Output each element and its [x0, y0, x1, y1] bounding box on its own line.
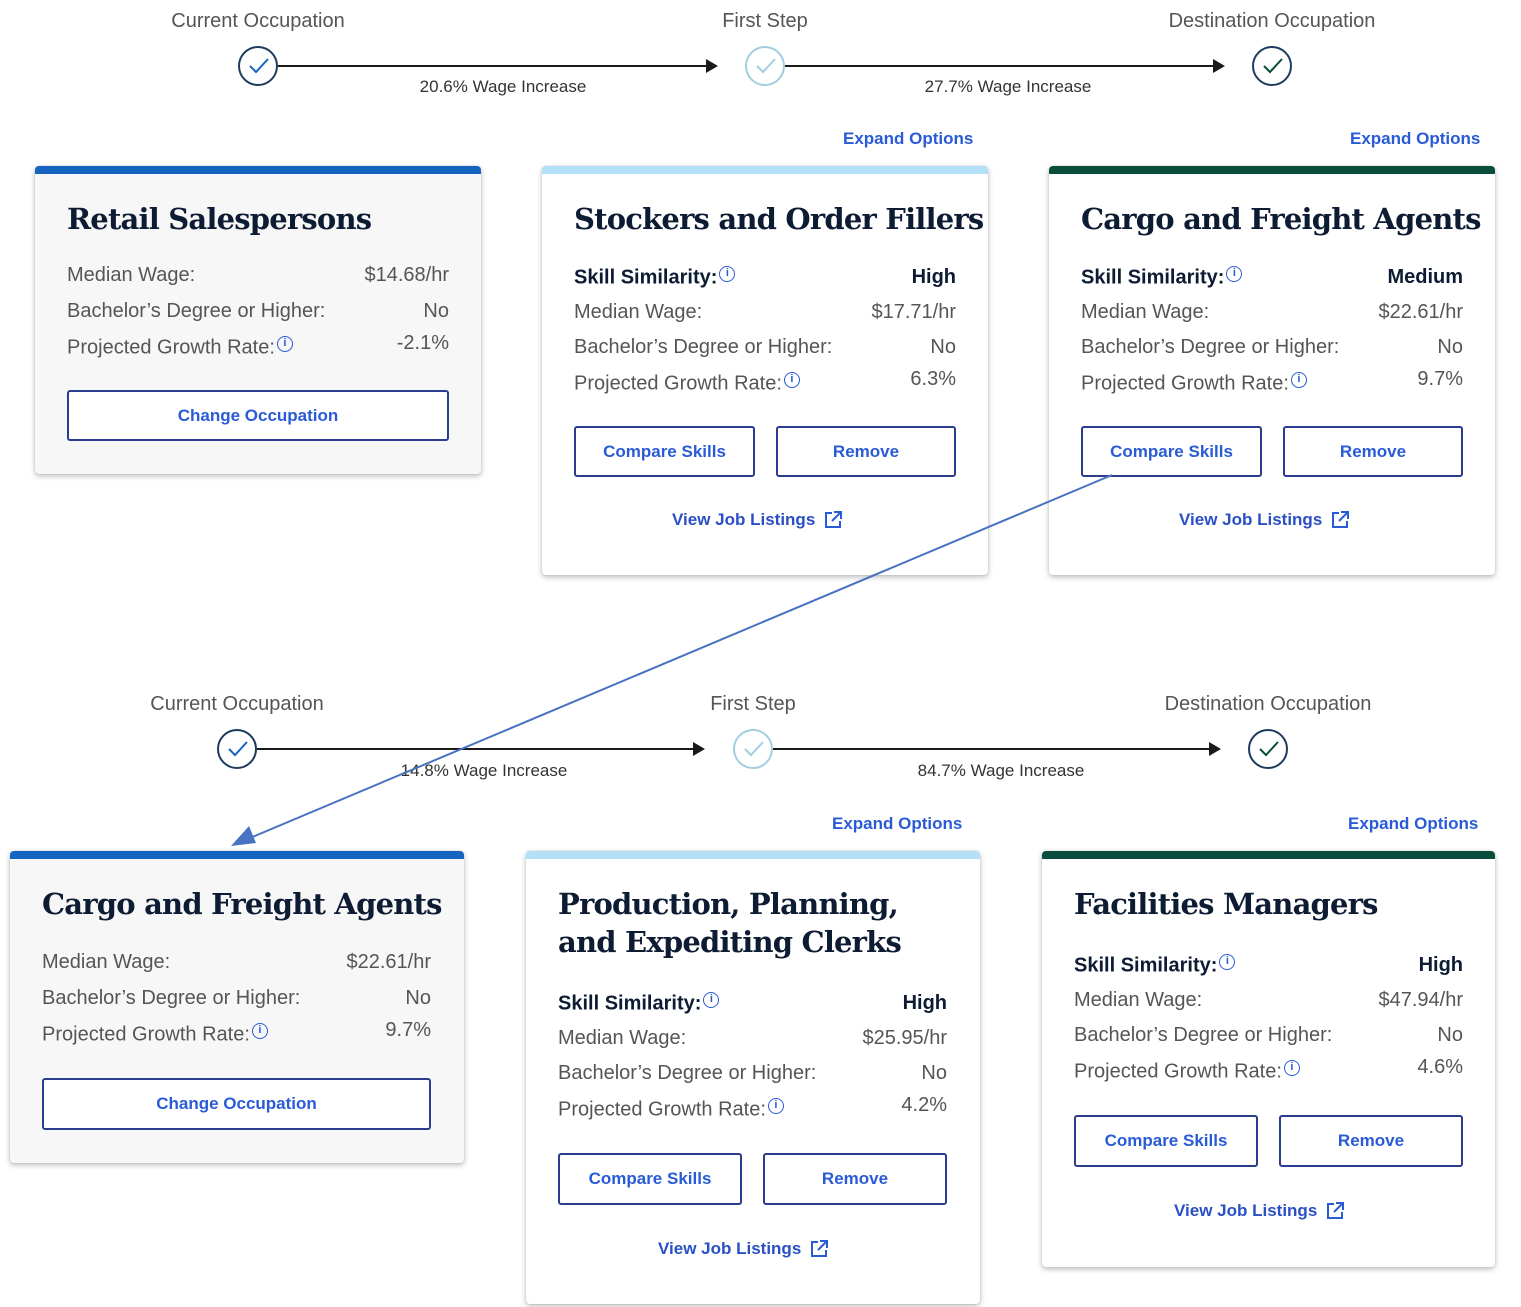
step-label-destination: Destination Occupation	[1168, 10, 1376, 32]
card-accent-bar	[1042, 851, 1495, 859]
info-icon[interactable]: i	[251, 1023, 268, 1039]
info-icon[interactable]: i	[703, 992, 720, 1008]
growth-rate-row: Projected Growth Rate: i 9.7%	[1081, 368, 1463, 395]
skill-similarity-row: Skill Similarity: i Medium	[1081, 266, 1463, 289]
path-connector	[785, 65, 1215, 67]
external-link-icon	[1332, 511, 1350, 528]
occupation-title: Cargo and Freight Agents	[42, 887, 442, 921]
remove-button[interactable]: Remove	[1279, 1115, 1463, 1167]
remove-button[interactable]: Remove	[763, 1153, 947, 1205]
step-label-destination: Destination Occupation	[1164, 693, 1372, 715]
current-occupation-card: Cargo and Freight Agents Median Wage: $2…	[10, 851, 464, 1163]
info-icon[interactable]: i	[1226, 266, 1243, 282]
external-link-icon	[825, 511, 843, 528]
destination-card: Facilities Managers Skill Similarity: i H…	[1042, 851, 1495, 1267]
view-job-listings-link[interactable]: View Job Listings	[1179, 510, 1350, 530]
compare-skills-button[interactable]: Compare Skills	[1074, 1115, 1258, 1167]
degree-row: Bachelor’s Degree or Higher: No	[1074, 1024, 1463, 1046]
expand-options-link[interactable]: Expand Options	[843, 129, 973, 149]
info-icon[interactable]: i	[1290, 372, 1307, 388]
occupation-title: Production, Planning, and Expediting Cle…	[558, 887, 902, 959]
degree-row: Bachelor’s Degree or Higher: No	[67, 300, 449, 322]
view-job-listings-link[interactable]: View Job Listings	[1174, 1201, 1345, 1221]
remove-button[interactable]: Remove	[1283, 426, 1463, 477]
info-icon[interactable]: i	[1283, 1060, 1300, 1076]
degree-row: Bachelor’s Degree or Higher: No	[1081, 336, 1463, 358]
median-wage-row: Median Wage: $14.68/hr	[67, 264, 449, 286]
growth-rate-row: Projected Growth Rate: i 6.3%	[574, 368, 956, 395]
arrow-right-icon	[693, 742, 705, 756]
arrow-right-icon	[1209, 742, 1221, 756]
first-step-card: Production, Planning, and Expediting Cle…	[526, 851, 980, 1304]
compare-skills-button[interactable]: Compare Skills	[558, 1153, 742, 1205]
wage-increase-label: 27.7% Wage Increase	[924, 77, 1092, 96]
expand-options-link[interactable]: Expand Options	[832, 814, 962, 834]
destination-card: Cargo and Freight Agents Skill Similarit…	[1049, 166, 1495, 575]
expand-options-link[interactable]: Expand Options	[1348, 814, 1478, 834]
occupation-title: Facilities Managers	[1074, 887, 1378, 921]
skill-similarity-row: Skill Similarity: i High	[574, 266, 956, 289]
change-occupation-button[interactable]: Change Occupation	[42, 1078, 431, 1130]
view-job-listings-link[interactable]: View Job Listings	[672, 510, 843, 530]
step-label-first: First Step	[722, 10, 808, 32]
median-wage-row: Median Wage: $22.61/hr	[1081, 301, 1463, 323]
card-accent-bar	[526, 851, 980, 859]
card-accent-bar	[10, 851, 464, 859]
check-icon	[1252, 46, 1292, 86]
check-icon	[745, 46, 785, 86]
external-link-icon	[1327, 1202, 1345, 1219]
growth-rate-row: Projected Growth Rate: i 4.6%	[1074, 1056, 1463, 1083]
step-label-current: Current Occupation	[150, 693, 324, 715]
view-job-listings-link[interactable]: View Job Listings	[658, 1239, 829, 1259]
occupation-title: Retail Salespersons	[67, 202, 372, 236]
path-connector	[257, 748, 695, 750]
growth-rate-row: Projected Growth Rate: i -2.1%	[67, 332, 449, 359]
median-wage-row: Median Wage: $25.95/hr	[558, 1027, 947, 1049]
median-wage-row: Median Wage: $17.71/hr	[574, 301, 956, 323]
step-label-current: Current Occupation	[171, 10, 345, 32]
growth-rate-row: Projected Growth Rate: i 9.7%	[42, 1019, 431, 1046]
card-accent-bar	[542, 166, 988, 174]
median-wage-row: Median Wage: $47.94/hr	[1074, 989, 1463, 1011]
wage-increase-label: 84.7% Wage Increase	[917, 761, 1085, 780]
median-wage-row: Median Wage: $22.61/hr	[42, 951, 431, 973]
expand-options-link[interactable]: Expand Options	[1350, 129, 1480, 149]
compare-skills-button[interactable]: Compare Skills	[574, 426, 755, 477]
degree-row: Bachelor’s Degree or Higher: No	[558, 1062, 947, 1084]
remove-button[interactable]: Remove	[776, 426, 956, 477]
external-link-icon	[811, 1240, 829, 1257]
change-occupation-button[interactable]: Change Occupation	[67, 390, 449, 441]
check-icon	[238, 46, 278, 86]
path-connector	[278, 65, 708, 67]
arrow-right-icon	[1213, 59, 1225, 73]
compare-skills-button[interactable]: Compare Skills	[1081, 426, 1262, 477]
check-icon	[217, 729, 257, 769]
occupation-title: Stockers and Order Fillers	[574, 202, 984, 236]
check-icon	[1248, 729, 1288, 769]
skill-similarity-row: Skill Similarity: i High	[558, 992, 947, 1015]
step-label-first: First Step	[710, 693, 796, 715]
growth-rate-row: Projected Growth Rate: i 4.2%	[558, 1094, 947, 1121]
check-icon	[733, 729, 773, 769]
info-icon[interactable]: i	[767, 1098, 784, 1114]
wage-increase-label: 14.8% Wage Increase	[400, 761, 568, 780]
info-icon[interactable]: i	[719, 266, 736, 282]
skill-similarity-row: Skill Similarity: i High	[1074, 954, 1463, 977]
card-accent-bar	[1049, 166, 1495, 174]
degree-row: Bachelor’s Degree or Higher: No	[574, 336, 956, 358]
occupation-title: Cargo and Freight Agents	[1081, 202, 1481, 236]
info-icon[interactable]: i	[276, 336, 293, 352]
info-icon[interactable]: i	[783, 372, 800, 388]
arrow-right-icon	[706, 59, 718, 73]
degree-row: Bachelor’s Degree or Higher: No	[42, 987, 431, 1009]
path-connector	[773, 748, 1211, 750]
first-step-card: Stockers and Order Fillers Skill Similar…	[542, 166, 988, 575]
info-icon[interactable]: i	[1219, 954, 1236, 970]
card-accent-bar	[35, 166, 481, 174]
current-occupation-card: Retail Salespersons Median Wage: $14.68/…	[35, 166, 481, 474]
wage-increase-label: 20.6% Wage Increase	[419, 77, 587, 96]
